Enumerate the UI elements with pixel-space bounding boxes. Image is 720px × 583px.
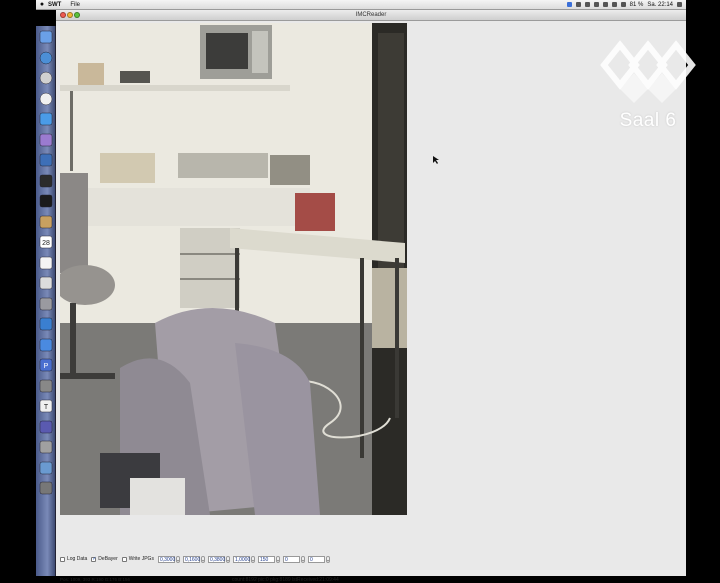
messages-icon[interactable] [39,112,53,126]
camera-icon[interactable] [39,174,53,188]
app-menu[interactable]: SWT [48,2,61,8]
ichat-icon[interactable] [39,133,53,147]
param-field-5[interactable]: 150 [257,555,280,563]
param-value-6[interactable]: 0 [282,555,300,563]
controls-row: Log Data DeBayer Write JPGs 0,3000 0,160… [60,554,680,564]
textedit-icon[interactable] [39,256,53,270]
battery-icon[interactable] [620,2,626,7]
param-value-4[interactable]: 1,0000 [232,555,250,563]
reader-icon[interactable] [39,420,53,434]
battery-percent: 81 % [629,1,644,8]
param-field-2[interactable]: 0,1600 [182,555,205,563]
watermark-logo: Saal 6 [600,37,696,137]
bluetooth-status-icon[interactable] [566,2,572,7]
trash-icon[interactable] [39,481,53,495]
preview-icon[interactable] [39,276,53,290]
param-stepper-7[interactable] [325,555,330,563]
sync-status-icon[interactable] [593,2,599,7]
apple-menu-icon[interactable]: ● [36,1,48,8]
write-jpgs-label: Write JPGs [128,556,154,562]
preferences-icon[interactable] [39,297,53,311]
packet-counter-status: count:8192 pic:0 pkg:8189 lstReceived:21… [232,577,339,583]
clock[interactable]: Sa. 22:14 [647,2,673,8]
write-jpgs-checkbox[interactable]: Write JPGs [121,556,154,562]
log-data-checkbox[interactable]: Log Data [60,556,87,562]
param-stepper-2[interactable] [200,555,205,563]
disk-icon[interactable] [39,379,53,393]
debayer-box[interactable] [91,556,96,562]
gear-icon[interactable] [39,440,53,454]
param-value-1[interactable]: 0,3000 [157,555,175,563]
title-bar[interactable]: IMCReader [56,10,686,21]
param-field-4[interactable]: 1,0000 [232,555,255,563]
camera-frame-drawing [60,23,407,515]
param-stepper-3[interactable] [225,555,230,563]
param-stepper-1[interactable] [175,555,180,563]
param-stepper-6[interactable] [300,555,305,563]
param-field-6[interactable]: 0 [282,555,305,563]
notes-icon[interactable] [39,215,53,229]
finder-icon[interactable] [39,30,53,44]
wifi-icon[interactable] [602,2,608,7]
dropbox-status-icon[interactable] [575,2,581,7]
status-area: 81 % Sa. 22:14 [566,1,686,8]
diamond-logo-icon [600,40,696,103]
param-field-7[interactable]: 0 [307,555,330,563]
log-data-box[interactable] [60,556,65,562]
p-app-icon[interactable]: P [39,358,53,372]
svg-text:28: 28 [42,240,50,247]
debayer-checkbox[interactable]: DeBayer [91,556,118,562]
watermark-text: Saal 6 [619,110,677,131]
network-icon[interactable] [39,153,53,167]
itunes-icon[interactable] [39,92,53,106]
shield-status-icon[interactable] [584,2,590,7]
file-menu[interactable]: File [70,2,80,8]
window-content: Saal 6 Log Data DeBayer Write JPGs [56,21,696,583]
param-value-3[interactable]: 0,3800 [207,555,225,563]
param-value-2[interactable]: 0,1600 [182,555,200,563]
param-value-7[interactable]: 0 [307,555,325,563]
spotlight-icon[interactable] [677,2,682,7]
param-value-5[interactable]: 150 [257,555,275,563]
folder-icon[interactable] [39,461,53,475]
imcreader-window: IMCReader Saal 6 Log Data ✓ DeBayer Writ… [56,10,696,583]
svg-text:T: T [44,404,49,411]
window-title: IMCReader [355,12,387,18]
pixel-info-status: Pos: 1009, 393 R:190 G:176 B:156 [60,577,131,582]
param-stepper-4[interactable] [250,555,255,563]
browser-icon[interactable] [39,338,53,352]
volume-icon[interactable] [611,2,617,7]
menu-bar: ● SWT File 81 % Sa. 22:14 [36,0,686,10]
terminal-icon[interactable] [39,194,53,208]
dock: 28 P T [36,26,56,576]
write-jpgs-box[interactable] [121,556,127,562]
calendar-icon[interactable]: 28 [39,235,53,249]
param-stepper-5[interactable] [275,555,280,563]
camera-image[interactable] [60,23,407,515]
log-data-label: Log Data [67,556,88,562]
app-icon[interactable] [39,317,53,331]
param-field-1[interactable]: 0,3000 [157,555,180,563]
screen: ● SWT File 81 % Sa. 22:14 28 P T IMCReader [0,0,720,583]
svg-text:P: P [44,363,49,370]
param-field-3[interactable]: 0,3800 [207,555,230,563]
mouse-cursor-icon [433,156,439,164]
safari-icon[interactable] [39,51,53,65]
dashboard-icon[interactable] [39,71,53,85]
type-icon[interactable]: T [39,399,53,413]
debayer-label: DeBayer [98,556,118,562]
